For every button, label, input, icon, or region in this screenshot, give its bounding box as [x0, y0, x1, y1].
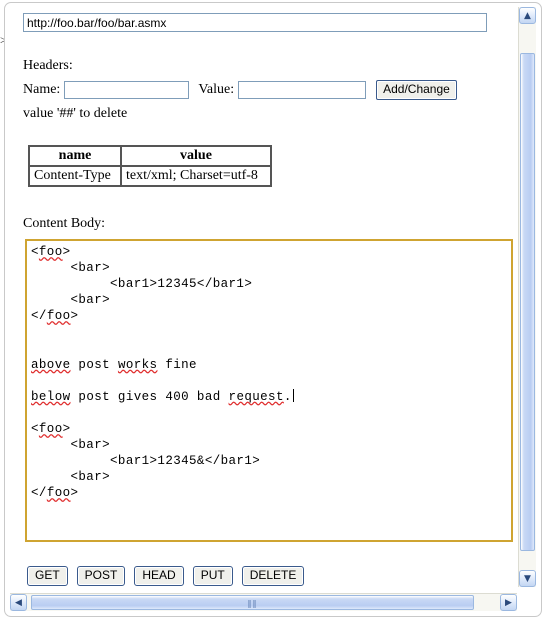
- post-button[interactable]: POST: [76, 566, 126, 586]
- scroll-right-arrow-icon[interactable]: ▶: [500, 594, 517, 611]
- headers-section-title: Headers:: [23, 58, 73, 73]
- content-body-text: <foo> <bar> <bar1>12345</bar1> <bar> </f…: [31, 245, 294, 501]
- headers-table: name value Content-Type text/xml; Charse…: [28, 145, 272, 187]
- add-change-button[interactable]: Add/Change: [376, 80, 457, 100]
- scroll-up-arrow-icon[interactable]: ▲: [519, 7, 536, 24]
- cell-header-value: text/xml; Charset=utf-8: [121, 166, 271, 186]
- http-method-button-group: GET POST HEAD PUT DELETE: [27, 566, 305, 586]
- horizontal-scrollbar-thumb[interactable]: ‖‖: [31, 595, 474, 610]
- table-row: Content-Type text/xml; Charset=utf-8: [29, 166, 271, 186]
- header-entry-row: Name: Value: Add/Change: [23, 80, 457, 100]
- column-header-value: value: [121, 146, 271, 166]
- scrollbar-grip-icon: ‖‖: [247, 599, 258, 608]
- header-name-label: Name:: [23, 82, 61, 97]
- header-name-input[interactable]: [64, 81, 190, 99]
- scroll-left-arrow-icon[interactable]: ◀: [10, 594, 27, 611]
- cell-header-name: Content-Type: [29, 166, 121, 186]
- browser-content-window: Headers: Name: Value: Add/Change value '…: [4, 2, 542, 617]
- delete-hint-text: value '##' to delete: [23, 106, 128, 121]
- put-button[interactable]: PUT: [192, 566, 233, 586]
- header-value-input[interactable]: [238, 81, 367, 99]
- content-body-textarea[interactable]: <foo> <bar> <bar1>12345</bar1> <bar> </f…: [25, 239, 513, 542]
- horizontal-scrollbar[interactable]: ◀ ‖‖ ▶: [10, 593, 517, 611]
- content-body-label: Content Body:: [23, 216, 106, 231]
- url-input[interactable]: [23, 13, 487, 32]
- page-content-area: Headers: Name: Value: Add/Change value '…: [5, 3, 518, 589]
- vertical-scrollbar[interactable]: ▲ ▼: [518, 7, 536, 587]
- column-header-name: name: [29, 146, 121, 166]
- delete-button[interactable]: DELETE: [241, 566, 305, 586]
- vertical-scrollbar-thumb[interactable]: [520, 53, 535, 551]
- header-value-label: Value:: [198, 82, 235, 97]
- scroll-down-arrow-icon[interactable]: ▼: [519, 570, 536, 587]
- head-button[interactable]: HEAD: [134, 566, 184, 586]
- table-header-row: name value: [29, 146, 271, 166]
- get-button[interactable]: GET: [27, 566, 68, 586]
